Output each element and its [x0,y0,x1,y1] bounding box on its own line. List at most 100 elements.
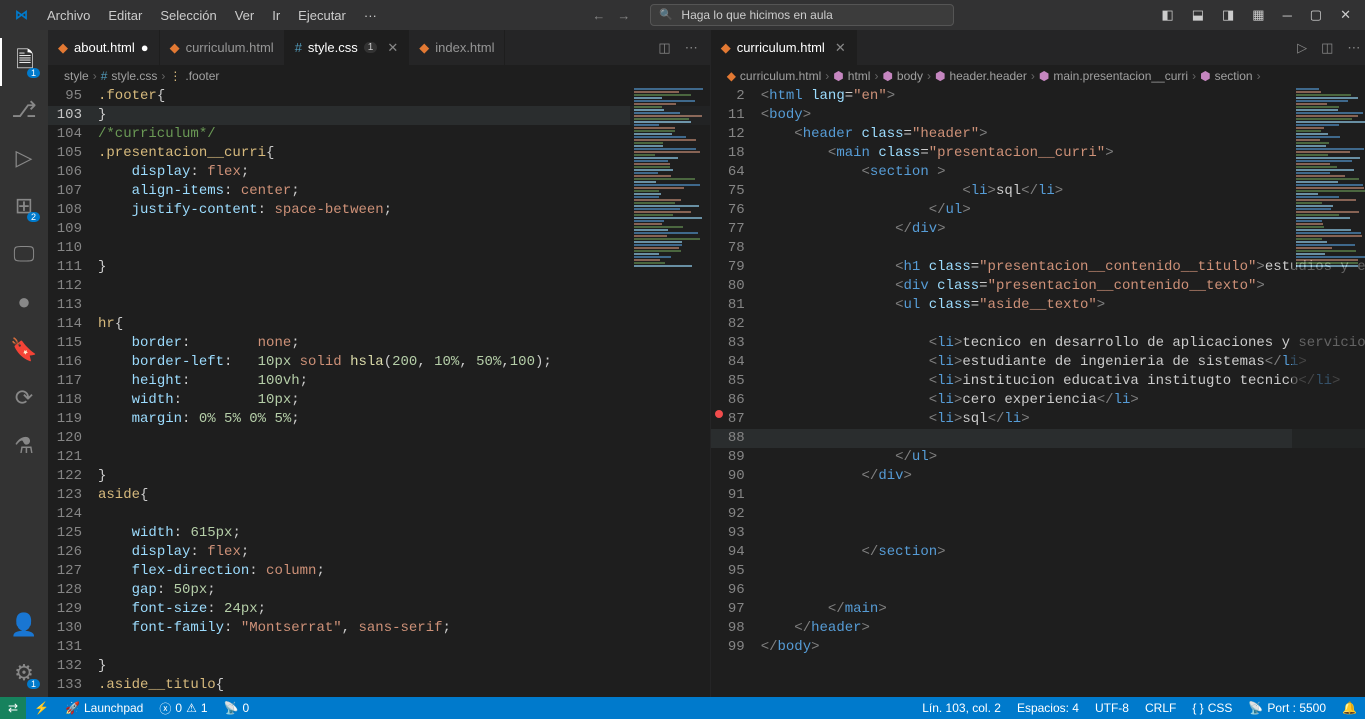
explorer-icon[interactable]: 🗎1 [0,38,48,86]
sb-indentation[interactable]: Espacios: 4 [1009,701,1087,715]
menu-item[interactable]: Editar [100,4,150,27]
editor-tab[interactable]: ◆index.html [409,30,505,65]
code-line[interactable]: 84 <li>estudiante de ingenieria de siste… [711,353,1365,372]
sb-sync[interactable]: ⚡ [26,701,57,715]
editor-tab[interactable]: #style.css1✕ [285,30,410,65]
code-line[interactable]: 113 [48,296,710,315]
editor-tab[interactable]: ◆about.html● [48,30,160,65]
extensions-icon[interactable]: ⊞2 [0,182,48,230]
code-line[interactable]: 96 [711,581,1365,600]
code-line[interactable]: 80 <div class="presentacion__contenido__… [711,277,1365,296]
code-line[interactable]: 97 </main> [711,600,1365,619]
more-actions-icon[interactable]: ⋯ [685,40,698,56]
minimize-icon[interactable]: ─ [1283,8,1292,23]
sb-ports[interactable]: 📡 0 [216,701,258,715]
code-line[interactable]: 64 <section > [711,163,1365,182]
remote-explorer-icon[interactable]: 🖵 [0,230,48,278]
code-line[interactable]: 107 align-items: center; [48,182,710,201]
menu-item[interactable]: Ejecutar [290,4,354,27]
sb-problems[interactable]: ⓧ 0 ⚠ 1 [151,700,215,717]
code-line[interactable]: 124 [48,505,710,524]
code-line[interactable]: 89 </ul> [711,448,1365,467]
breadcrumb-item[interactable]: header.header [949,69,1026,83]
run-icon[interactable]: ▷ [1297,40,1307,56]
code-line[interactable]: 12 <header class="header"> [711,125,1365,144]
minimap-right[interactable] [1292,87,1365,697]
sb-encoding[interactable]: UTF-8 [1087,701,1137,715]
code-line[interactable]: 78 [711,239,1365,258]
sb-eol[interactable]: CRLF [1137,701,1184,715]
code-line[interactable]: 114hr{ [48,315,710,334]
maximize-icon[interactable]: ▢ [1310,7,1322,23]
code-line[interactable]: 115 border: none; [48,334,710,353]
menu-item[interactable]: ··· [356,4,385,27]
code-line[interactable]: 128 gap: 50px; [48,581,710,600]
code-line[interactable]: 106 display: flex; [48,163,710,182]
more-actions-icon[interactable]: ⋯ [1347,40,1360,56]
minimap-left[interactable] [630,87,710,697]
code-line[interactable]: 81 <ul class="aside__texto"> [711,296,1365,315]
layout-left-icon[interactable]: ◧ [1161,7,1173,23]
code-line[interactable]: 91 [711,486,1365,505]
code-line[interactable]: 82 [711,315,1365,334]
code-line[interactable]: 85 <li>institucion educativa institugto … [711,372,1365,391]
code-line[interactable]: 93 [711,524,1365,543]
breadcrumb-item[interactable]: body [897,69,923,83]
breadcrumb-left[interactable]: style › # style.css › ⋮ .footer [48,65,710,87]
bookmark-icon[interactable]: 🔖 [0,326,48,374]
sb-notifications[interactable]: 🔔 [1334,701,1365,715]
nav-back-icon[interactable]: ← [592,8,605,23]
code-line[interactable]: 2<html lang="en"> [711,87,1365,106]
editor-tab[interactable]: ◆curriculum.html✕ [711,30,857,65]
code-line[interactable]: 98 </header> [711,619,1365,638]
code-line[interactable]: 130 font-family: "Montserrat", sans-seri… [48,619,710,638]
code-line[interactable]: 116 border-left: 10px solid hsla(200, 10… [48,353,710,372]
code-line[interactable]: 127 flex-direction: column; [48,562,710,581]
code-line[interactable]: 104/*curriculum*/ [48,125,710,144]
breadcrumb-item[interactable]: style.css [111,69,157,83]
layout-right-icon[interactable]: ◨ [1222,7,1234,23]
code-line[interactable]: 118 width: 10px; [48,391,710,410]
code-line[interactable]: 129 font-size: 24px; [48,600,710,619]
command-center[interactable]: Haga lo que hicimos en aula [650,4,953,26]
code-line[interactable]: 11<body> [711,106,1365,125]
layout-grid-icon[interactable]: ▦ [1252,7,1264,23]
code-line[interactable]: 95 [711,562,1365,581]
code-line[interactable]: 125 width: 615px; [48,524,710,543]
breadcrumb-item[interactable]: html [848,69,871,83]
code-line[interactable]: 103} [48,106,710,125]
nav-forward-icon[interactable]: → [617,8,630,23]
editor-tab[interactable]: ◆curriculum.html [160,30,285,65]
mongodb-icon[interactable]: ● [0,278,48,326]
code-line[interactable]: 77 </div> [711,220,1365,239]
breadcrumb-item[interactable]: .footer [185,69,219,83]
source-control-icon[interactable]: ⎇ [0,86,48,134]
code-editor-right[interactable]: 2<html lang="en">11<body>12 <header clas… [711,87,1365,697]
code-line[interactable]: 132} [48,657,710,676]
code-line[interactable]: 88 [711,429,1365,448]
breadcrumb-right[interactable]: ◆ curriculum.html ›⬢ html ›⬢ body ›⬢ hea… [711,65,1365,87]
menu-item[interactable]: Selección [152,4,224,27]
code-line[interactable]: 92 [711,505,1365,524]
split-editor-icon[interactable]: ◫ [658,40,670,56]
code-line[interactable]: 105.presentacion__curri{ [48,144,710,163]
code-line[interactable]: 131 [48,638,710,657]
code-line[interactable]: 94 </section> [711,543,1365,562]
sb-launchpad[interactable]: 🚀 Launchpad [57,701,151,715]
remote-indicator[interactable]: ⇄ [0,697,26,719]
split-editor-icon[interactable]: ◫ [1321,40,1333,56]
settings-icon[interactable]: ⚙1 [0,649,48,697]
code-line[interactable]: 79 <h1 class="presentacion__contenido__t… [711,258,1365,277]
code-line[interactable]: 90 </div> [711,467,1365,486]
code-line[interactable]: 75 <li>sql</li> [711,182,1365,201]
code-line[interactable]: 86 <li>cero experiencia</li> [711,391,1365,410]
breadcrumb-item[interactable]: curriculum.html [740,69,821,83]
code-line[interactable]: 108 justify-content: space-between; [48,201,710,220]
code-line[interactable]: 110 [48,239,710,258]
menu-item[interactable]: Ver [227,4,263,27]
sb-live-server[interactable]: 📡 Port : 5500 [1240,701,1334,715]
code-line[interactable]: 121 [48,448,710,467]
breadcrumb-item[interactable]: style [64,69,89,83]
code-line[interactable]: 109 [48,220,710,239]
breadcrumb-item[interactable]: main.presentacion__curri [1053,69,1188,83]
